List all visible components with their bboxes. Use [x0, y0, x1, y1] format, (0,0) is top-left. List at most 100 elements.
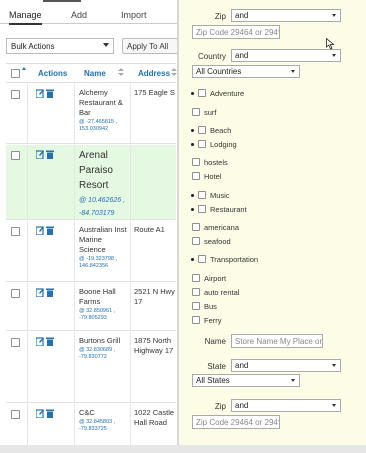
category-label: Beach	[210, 126, 232, 135]
category-label: surf	[204, 108, 217, 117]
actions-column-header: Actions	[38, 69, 68, 78]
row-actions	[36, 409, 56, 421]
country-operator-value: and	[235, 51, 249, 60]
sort-up-icon	[22, 67, 26, 70]
category-checkbox[interactable]	[192, 237, 200, 245]
row-checkbox[interactable]	[11, 338, 20, 347]
chevron-down-icon	[332, 14, 336, 17]
mouse-pointer-icon	[326, 38, 335, 50]
country-operator-select[interactable]: and	[231, 49, 341, 62]
edit-icon[interactable]	[36, 337, 44, 346]
category-checkbox[interactable]	[198, 255, 206, 263]
category-checkbox[interactable]	[192, 223, 200, 231]
category-checkbox[interactable]	[192, 108, 200, 116]
edit-icon[interactable]	[36, 288, 44, 297]
category-checkbox[interactable]	[192, 274, 200, 282]
row-coordinates[interactable]: @ 32.845803 , -79.833725	[79, 419, 127, 433]
table-row[interactable]: C&C @ 32.845803 , -79.833725 1022 Castle …	[6, 404, 176, 445]
country-label: Country	[197, 52, 226, 61]
bulk-actions-select[interactable]: Bulk Actions	[6, 38, 114, 54]
row-checkbox[interactable]	[11, 410, 20, 419]
locations-list-panel: Manage Add Import Bulk Actions Apply To …	[0, 0, 178, 445]
name-column-header[interactable]: Name	[84, 69, 106, 78]
category-checkbox[interactable]	[192, 302, 200, 310]
category-checkbox[interactable]	[198, 191, 206, 199]
store-name-input[interactable]: Store Name My Place or	[231, 334, 323, 348]
table-row[interactable]: Alchemy Restaurant & Bar @ -27.465815 , 1…	[6, 84, 176, 144]
row-address: 2521 N Hwy 17	[134, 287, 175, 306]
zip-operator-value-2: and	[235, 401, 249, 410]
category-label: Lodging	[210, 140, 237, 149]
bulk-actions-row: Bulk Actions Apply To All	[6, 38, 178, 54]
category-checkbox[interactable]	[192, 316, 200, 324]
category-label: hostels	[204, 158, 228, 167]
trash-icon[interactable]	[46, 409, 54, 418]
table-row[interactable]: Arenal Paraiso Resort @ 10.462626 , -84.7…	[6, 145, 176, 220]
category-bullet	[191, 143, 194, 146]
table-row[interactable]: Australian Inst Marine Science @ -19.3237…	[6, 221, 176, 282]
category-bullet	[191, 258, 194, 261]
chevron-down-icon	[332, 364, 336, 367]
state-operator-select[interactable]: and	[231, 359, 341, 372]
trash-icon[interactable]	[46, 288, 54, 297]
zip-operator-value: and	[235, 11, 249, 20]
category-label: Airport	[204, 274, 227, 283]
category-checkbox[interactable]	[192, 172, 200, 180]
table-row[interactable]: Burtons Grill @ 32.830689 , -79.830772 18…	[6, 332, 176, 403]
row-coordinates[interactable]: @ 10.462626 , -84.703179	[79, 194, 127, 220]
country-select[interactable]: All Countries	[192, 65, 300, 78]
category-label: Music	[210, 191, 230, 200]
table-row[interactable]: Boone Hall Farms @ 32.850961 , -79.805293…	[6, 283, 176, 331]
row-address: 1022 Castle Hall Road	[134, 408, 175, 427]
row-checkbox[interactable]	[11, 289, 20, 298]
zip-operator-select-2[interactable]: and	[231, 399, 341, 412]
row-checkbox[interactable]	[11, 227, 20, 236]
tab-import[interactable]: Import	[121, 10, 147, 20]
category-bullet	[191, 92, 194, 95]
apply-to-all-button[interactable]: Apply To All	[122, 38, 178, 54]
category-checkbox[interactable]	[198, 89, 206, 97]
category-label: Ferry	[204, 316, 222, 325]
tab-add[interactable]: Add	[71, 10, 87, 20]
row-checkbox[interactable]	[11, 151, 20, 160]
edit-icon[interactable]	[36, 409, 44, 418]
row-name: Boone Hall Farms @ 32.850961 , -79.805293	[79, 287, 127, 322]
trash-icon[interactable]	[46, 89, 54, 98]
zip-input-2[interactable]: Zip Code 29464 or 294*	[192, 415, 280, 429]
category-checkbox[interactable]	[198, 126, 206, 134]
category-bullet	[191, 129, 194, 132]
state-select[interactable]: All States	[192, 374, 300, 387]
category-checkbox[interactable]	[192, 158, 200, 166]
row-coordinates[interactable]: @ 32.830689 , -79.830772	[79, 347, 127, 361]
zip-input[interactable]: Zip Code 29464 or 294*	[192, 25, 280, 39]
category-checkbox[interactable]	[198, 140, 206, 148]
address-column-header[interactable]: Address	[138, 69, 170, 78]
row-coordinates[interactable]: @ -27.465815 , 153.030942	[79, 119, 127, 133]
edit-icon[interactable]	[36, 89, 44, 98]
row-address: 175 Eagle S	[134, 88, 175, 97]
row-name: Arenal Paraiso Resort @ 10.462626 , -84.7…	[79, 148, 127, 220]
chevron-down-icon	[291, 379, 295, 382]
zip-operator-select[interactable]: and	[231, 9, 341, 22]
edit-icon[interactable]	[36, 226, 44, 235]
row-name: Alchemy Restaurant & Bar @ -27.465815 , 1…	[79, 88, 127, 133]
select-all-checkbox[interactable]	[11, 69, 20, 78]
edit-icon[interactable]	[36, 150, 44, 159]
trash-icon[interactable]	[46, 150, 54, 159]
trash-icon[interactable]	[46, 337, 54, 346]
horizontal-scrollbar[interactable]	[0, 445, 366, 453]
tab-manage[interactable]: Manage	[9, 10, 42, 25]
search-filters-panel: Zip and Zip Code 29464 or 294* Country a…	[179, 0, 366, 445]
trash-icon[interactable]	[46, 226, 54, 235]
category-checkbox[interactable]	[192, 288, 200, 296]
name-sort-icon[interactable]	[118, 68, 124, 78]
state-label: State	[207, 362, 226, 371]
row-coordinates[interactable]: @ -19.323798 , 146.842356	[79, 256, 127, 270]
zip-label: Zip	[214, 12, 226, 21]
row-checkbox[interactable]	[11, 90, 20, 99]
chevron-down-icon	[291, 70, 295, 73]
category-checkbox[interactable]	[198, 205, 206, 213]
tab-bar: Manage Add Import	[0, 7, 178, 25]
row-coordinates[interactable]: @ 32.850961 , -79.805293	[79, 308, 127, 322]
category-label: auto rental	[204, 288, 240, 297]
